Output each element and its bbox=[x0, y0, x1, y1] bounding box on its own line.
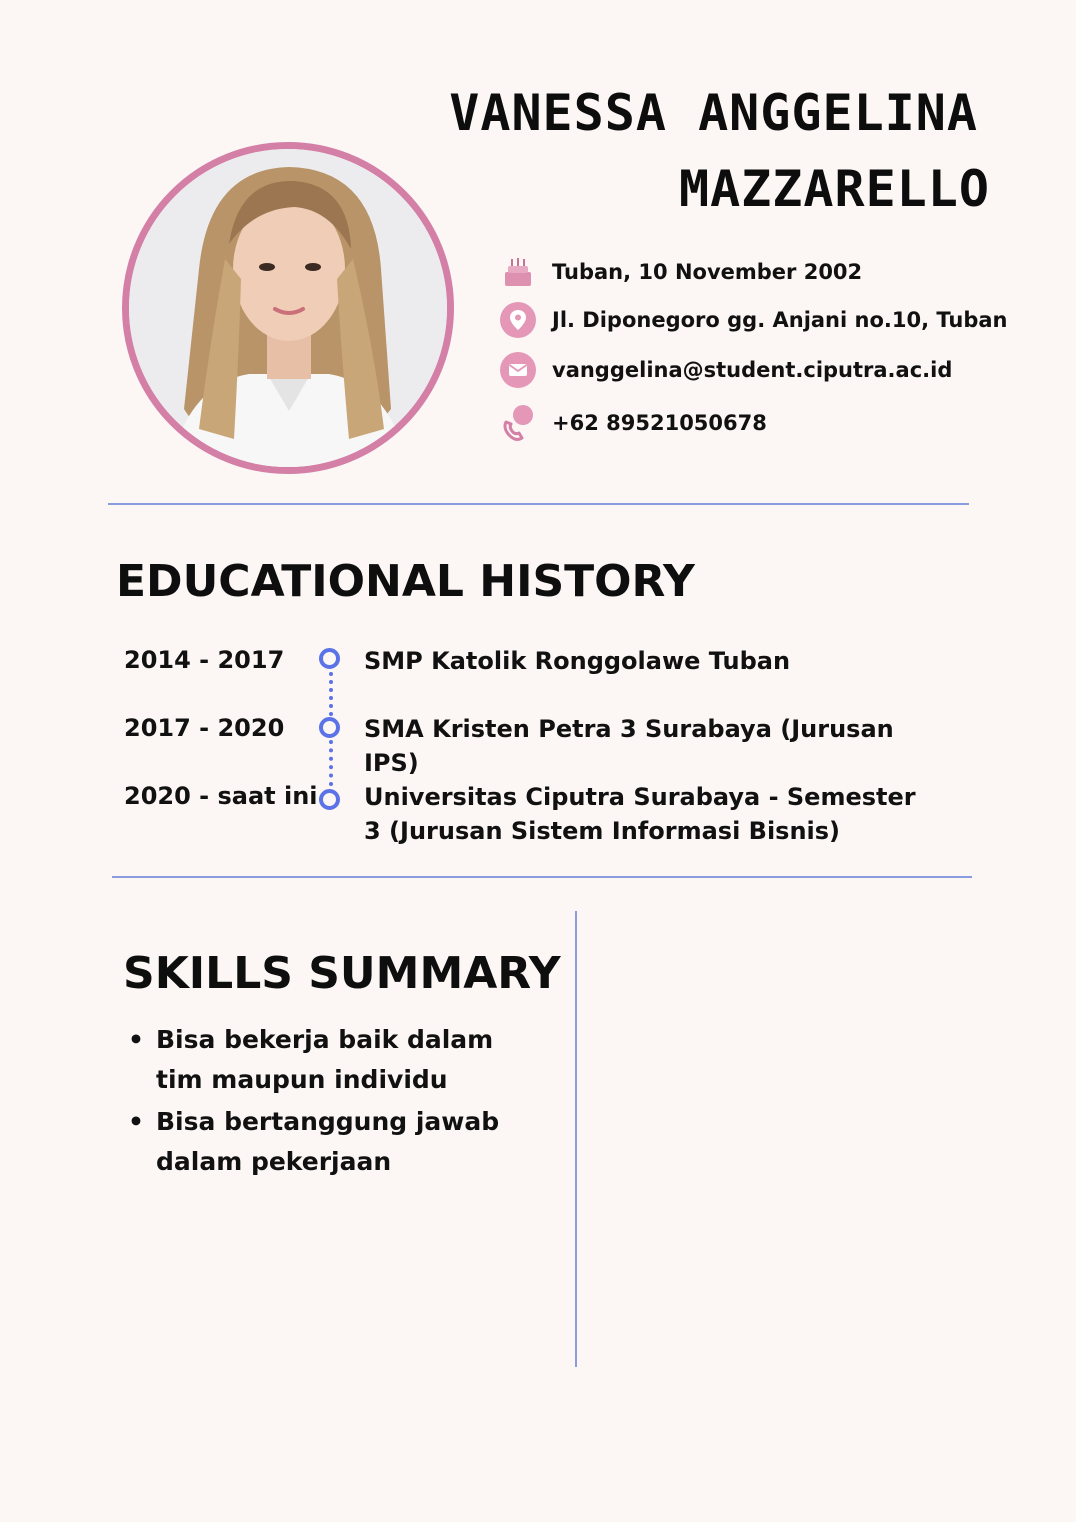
skill-item-1: Bisa bekerja baik dalam tim maupun indiv… bbox=[128, 1020, 548, 1100]
edu-year-2: 2017 - 2020 bbox=[124, 714, 285, 742]
edu-year-1: 2014 - 2017 bbox=[124, 646, 285, 674]
skills-list: Bisa bekerja baik dalam tim maupun indiv… bbox=[128, 1020, 548, 1184]
phone-icon bbox=[500, 405, 536, 441]
skill-item-2: Bisa bertanggung jawab dalam pekerjaan bbox=[128, 1102, 548, 1182]
timeline-node-3 bbox=[319, 789, 340, 810]
vertical-divider bbox=[575, 911, 577, 1367]
edu-school-2: SMA Kristen Petra 3 Surabaya (Jurusan IP… bbox=[364, 715, 894, 777]
location-pin-icon bbox=[500, 302, 536, 338]
phone-text[interactable]: +62 89521050678 bbox=[552, 411, 767, 435]
contact-phone: +62 89521050678 bbox=[500, 405, 767, 441]
name-line-2: MAZZARELLO bbox=[678, 160, 990, 218]
timeline-node-2 bbox=[319, 717, 340, 738]
divider-top bbox=[108, 503, 969, 505]
address-text: Jl. Diponegoro gg. Anjani no.10, Tuban bbox=[552, 308, 1008, 332]
edu-year-3: 2020 - saat ini bbox=[124, 782, 318, 810]
education-title: EDUCATIONAL HISTORY bbox=[116, 556, 695, 607]
timeline-connector-1 bbox=[329, 672, 333, 716]
contact-address: Jl. Diponegoro gg. Anjani no.10, Tuban bbox=[500, 302, 1008, 338]
birth-text: Tuban, 10 November 2002 bbox=[552, 260, 863, 284]
edu-school-3: Universitas Ciputra Surabaya - Semester … bbox=[364, 783, 916, 845]
name-line-1: VANESSA ANGGELINA bbox=[449, 84, 978, 142]
contact-birth: Tuban, 10 November 2002 bbox=[500, 254, 862, 290]
mail-icon bbox=[500, 352, 536, 388]
email-text[interactable]: vanggelina@student.ciputra.ac.id bbox=[552, 358, 952, 382]
timeline-connector-2 bbox=[329, 740, 333, 786]
divider-middle bbox=[112, 876, 972, 878]
edu-school-1: SMP Katolik Ronggolawe Tuban bbox=[364, 647, 791, 675]
skills-title: SKILLS SUMMARY bbox=[123, 948, 561, 999]
contact-email: vanggelina@student.ciputra.ac.id bbox=[500, 352, 952, 388]
timeline-node-1 bbox=[319, 648, 340, 669]
cake-icon bbox=[500, 254, 536, 290]
profile-photo bbox=[122, 142, 454, 474]
